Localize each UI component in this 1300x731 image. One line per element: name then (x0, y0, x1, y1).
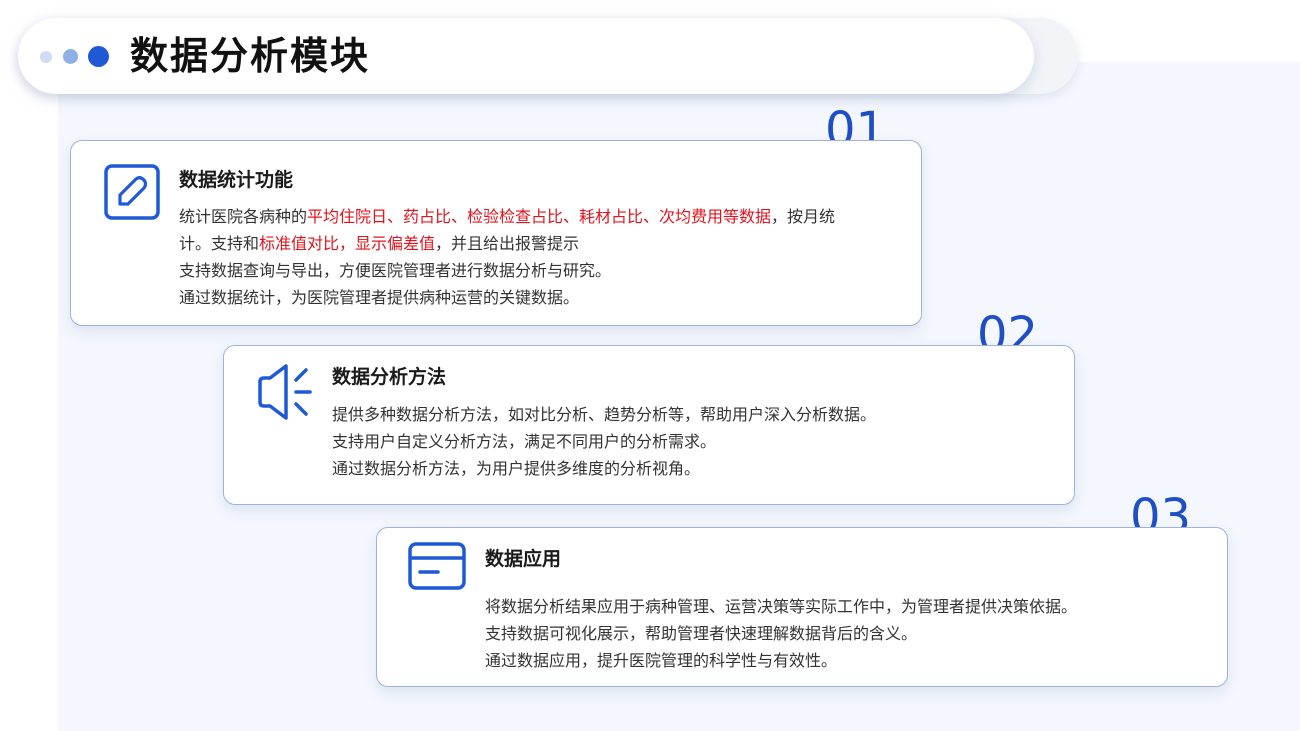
body-text: 计。支持和 (179, 234, 260, 253)
body-line: 支持数据查询与导出，方便医院管理者进行数据分析与研究。 (179, 261, 612, 280)
decor-dot-large (88, 46, 109, 67)
edit-pencil-icon (103, 163, 161, 225)
speaker-icon (256, 362, 318, 426)
body-line: 将数据分析结果应用于病种管理、运营决策等实际工作中，为管理者提供决策依据。 (485, 597, 1078, 616)
card-number-03: 03 (1130, 493, 1192, 527)
card-icon (407, 541, 467, 595)
card-analysis-methods: 数据分析方法 提供多种数据分析方法，如对比分析、趋势分析等，帮助用户深入分析数据… (223, 345, 1075, 505)
highlight-text: 标准值对比，显示偏差值 (259, 234, 436, 253)
card-title: 数据分析方法 (332, 366, 447, 388)
body-line: 通过数据应用，提升医院管理的科学性与有效性。 (485, 651, 838, 670)
body-text: ，按月统 (771, 207, 836, 226)
highlight-text: 平均住院日、药占比、检验检查占比、耗材占比、次均费用等数据 (307, 207, 772, 226)
card-number-01: 01 (825, 106, 887, 140)
body-line: 支持用户自定义分析方法，满足不同用户的分析需求。 (332, 432, 717, 451)
card-body: 统计医院各病种的平均住院日、药占比、检验检查占比、耗材占比、次均费用等数据，按月… (179, 203, 899, 311)
page-title: 数据分析模块 (130, 34, 371, 78)
body-line: 计。支持和标准值对比，显示偏差值，并且给出报警提示 (179, 230, 899, 257)
card-data-application: 数据应用 将数据分析结果应用于病种管理、运营决策等实际工作中，为管理者提供决策依… (376, 527, 1228, 687)
card-body: 将数据分析结果应用于病种管理、运营决策等实际工作中，为管理者提供决策依据。 支持… (485, 593, 1205, 674)
decor-dot-medium (63, 49, 78, 64)
card-title: 数据应用 (485, 548, 562, 570)
card-title: 数据统计功能 (179, 169, 294, 191)
body-line: 支持数据可视化展示，帮助管理者快速理解数据背后的含义。 (485, 624, 918, 643)
body-line: 通过数据分析方法，为用户提供多维度的分析视角。 (332, 459, 701, 478)
card-data-statistics: 数据统计功能 统计医院各病种的平均住院日、药占比、检验检查占比、耗材占比、次均费… (70, 140, 922, 326)
body-line: 统计医院各病种的平均住院日、药占比、检验检查占比、耗材占比、次均费用等数据，按月… (179, 203, 899, 230)
decor-dot-small (40, 51, 52, 63)
body-line: 通过数据统计，为医院管理者提供病种运营的关键数据。 (179, 288, 580, 307)
card-body: 提供多种数据分析方法，如对比分析、趋势分析等，帮助用户深入分析数据。 支持用户自… (332, 401, 1052, 482)
card-number-02: 02 (977, 311, 1039, 345)
body-text: ，并且给出报警提示 (435, 234, 580, 253)
body-text: 统计医院各病种的 (179, 207, 308, 226)
body-line: 提供多种数据分析方法，如对比分析、趋势分析等，帮助用户深入分析数据。 (332, 405, 877, 424)
